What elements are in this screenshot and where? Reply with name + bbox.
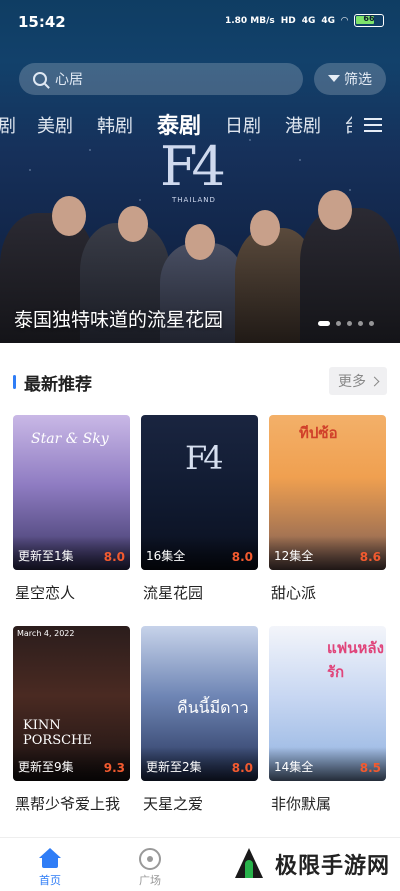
chevron-right-icon: [369, 376, 380, 386]
poster-title: คืนนี้มีดาว: [177, 698, 249, 717]
status-bar: 15:42 1.80 MB/s HD 4G 4G ◠ 66: [0, 0, 400, 44]
pagination-dot: [369, 321, 374, 326]
hd-icon: HD: [280, 15, 296, 26]
tab-partial-left[interactable]: 剧: [0, 112, 16, 138]
score: 8.0: [231, 761, 253, 775]
pagination-dot: [358, 321, 363, 326]
signal-icon: 4G: [301, 15, 316, 26]
net-speed: 1.80 MB/s: [224, 15, 275, 26]
score: 8.0: [231, 550, 253, 564]
tab-korean-drama[interactable]: 韩剧: [97, 112, 133, 138]
status-time: 15:42: [18, 13, 66, 31]
poster: ทีปซ้อ 12集全 8.6: [269, 415, 386, 570]
poster-title: KINN PORSCHE: [23, 718, 92, 748]
drama-title: 黑帮少爷爱上我: [15, 795, 121, 813]
poster: Star & Sky 更新至1集 8.0: [13, 415, 130, 570]
episode-status: 更新至9集: [18, 760, 74, 774]
drama-title: 流星花园: [143, 584, 204, 602]
poster: คืนนี้มีดาว 更新至2集 8.0: [141, 626, 258, 781]
poster: F4 16集全 8.0: [141, 415, 258, 570]
episode-status: 更新至2集: [146, 760, 202, 774]
poster-date: March 4, 2022: [17, 629, 75, 638]
poster-title: แฟนหลังรัก: [327, 639, 384, 681]
pagination-dot: [347, 321, 352, 326]
pagination-dot: [318, 321, 330, 326]
hero-banner: 15:42 1.80 MB/s HD 4G 4G ◠ 66 心居 筛选 剧 美剧…: [0, 0, 400, 343]
poster: แฟนหลังรัก 14集全 8.5: [269, 626, 386, 781]
signal-icon-2: 4G: [321, 15, 336, 26]
score: 9.3: [103, 761, 125, 775]
section-accent-bar: [13, 375, 16, 389]
home-icon: [39, 848, 61, 868]
episode-status: 16集全: [146, 549, 186, 563]
episode-status: 12集全: [274, 549, 314, 563]
banner-pagination: [318, 321, 374, 326]
nav-home[interactable]: 首页: [20, 848, 80, 888]
section-title: 最新推荐: [24, 375, 92, 395]
score: 8.6: [359, 550, 381, 564]
pagination-dot: [336, 321, 341, 326]
score: 8.5: [359, 761, 381, 775]
battery-icon: 66: [354, 14, 384, 27]
banner-title[interactable]: 泰国独特味道的流星花园: [14, 305, 223, 332]
drama-title: 非你默属: [271, 795, 332, 813]
wifi-icon: ◠: [341, 15, 348, 26]
poster: March 4, 2022 KINN PORSCHE 更新至9集 9.3: [13, 626, 130, 781]
nav-home-label: 首页: [39, 874, 61, 887]
drama-title: 天星之爱: [143, 795, 204, 813]
watermark-text: 极限手游网: [274, 854, 390, 879]
recommend-section: 最新推荐 更多 Star & Sky 更新至1集 8.0 星空恋人 F4 16集…: [0, 343, 400, 837]
search-icon: [33, 72, 47, 86]
episode-status: 14集全: [274, 760, 314, 774]
poster-title: Star & Sky: [31, 431, 109, 447]
search-input[interactable]: 心居: [19, 63, 303, 95]
score: 8.0: [103, 550, 125, 564]
filter-button[interactable]: 筛选: [314, 63, 386, 95]
bottom-nav: 首页 广场 极限手游网: [0, 837, 400, 891]
plaza-icon: [139, 848, 161, 870]
watermark-logo: [231, 846, 267, 882]
menu-icon[interactable]: [364, 118, 382, 132]
drama-title: 星空恋人: [15, 584, 76, 602]
filter-icon: [328, 74, 340, 82]
tab-partial-right[interactable]: 台: [344, 112, 352, 138]
banner-logo-sub: THAILAND: [172, 196, 216, 204]
poster-title: ทีปซ้อ: [299, 424, 338, 442]
more-button[interactable]: 更多: [329, 367, 387, 395]
poster-title: F4: [185, 439, 224, 477]
filter-label: 筛选: [344, 72, 372, 88]
drama-title: 甜心派: [271, 584, 317, 602]
search-placeholder: 心居: [55, 72, 83, 88]
more-label: 更多: [338, 374, 366, 390]
nav-plaza[interactable]: 广场: [120, 848, 180, 888]
battery-percent: 66: [363, 14, 375, 23]
watermark: 极限手游网: [231, 846, 390, 882]
status-icons: 1.80 MB/s HD 4G 4G ◠ 66: [225, 14, 384, 27]
episode-status: 更新至1集: [18, 549, 74, 563]
nav-plaza-label: 广场: [139, 874, 161, 887]
tab-us-drama[interactable]: 美剧: [37, 112, 73, 138]
tab-hk-drama[interactable]: 港剧: [285, 112, 321, 138]
section-header: 最新推荐 更多: [0, 367, 400, 397]
